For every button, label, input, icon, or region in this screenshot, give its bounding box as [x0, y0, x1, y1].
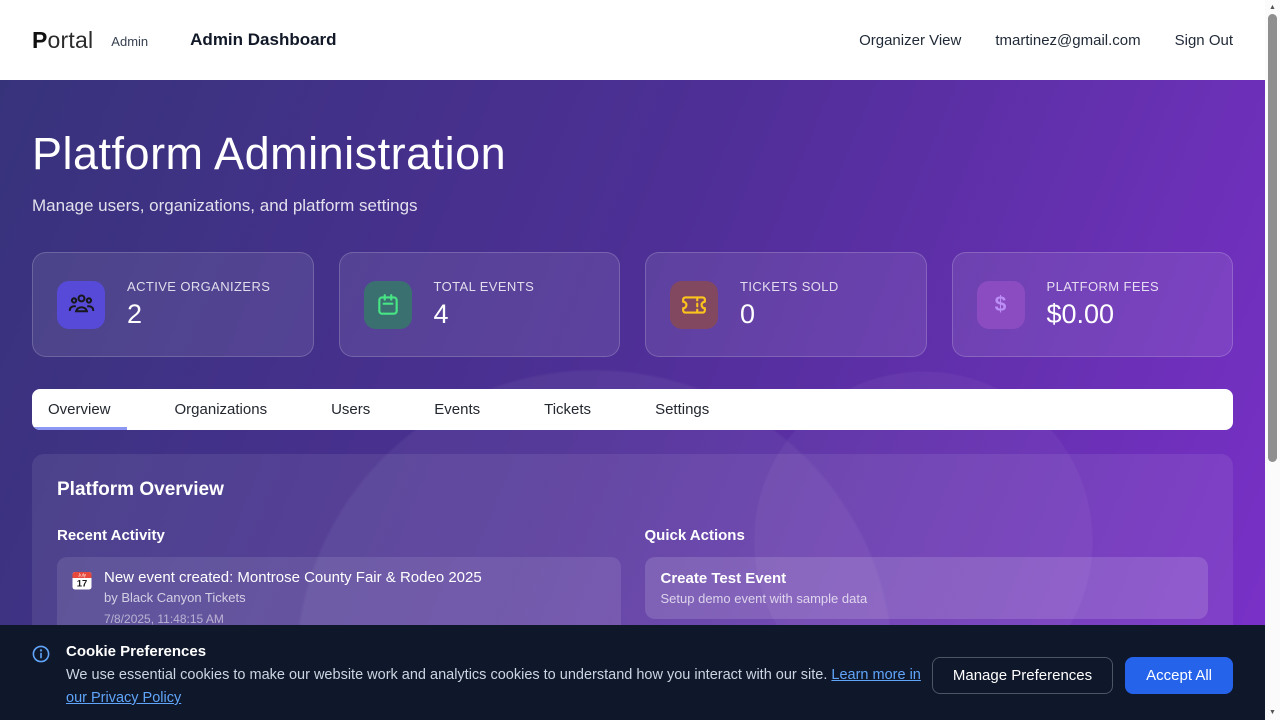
calendar-icon [364, 281, 412, 329]
manage-preferences-button[interactable]: Manage Preferences [932, 657, 1113, 694]
stat-value: 0 [740, 299, 839, 330]
stats-row: ACTIVE ORGANIZERS 2 TOTAL EVENTS 4 [0, 252, 1265, 357]
info-icon [32, 645, 50, 668]
stat-label: PLATFORM FEES [1047, 279, 1160, 294]
cookie-banner-body: We use essential cookies to make our web… [66, 664, 932, 710]
organizer-view-link[interactable]: Organizer View [859, 32, 961, 49]
activity-title: New event created: Montrose County Fair … [104, 569, 482, 586]
tab-overview[interactable]: Overview [32, 389, 127, 430]
quick-actions-column: Quick Actions Create Test Event Setup de… [645, 527, 1209, 638]
accept-all-button[interactable]: Accept All [1125, 657, 1233, 694]
quick-actions-heading: Quick Actions [645, 527, 1209, 544]
quick-action-title: Create Test Event [661, 570, 1193, 587]
page-title: Admin Dashboard [190, 30, 336, 50]
hero-title: Platform Administration [32, 128, 1233, 180]
cookie-body-text: We use essential cookies to make our web… [66, 667, 827, 683]
stat-label: TICKETS SOLD [740, 279, 839, 294]
dollar-icon: $ [977, 281, 1025, 329]
stat-value: 4 [434, 299, 535, 330]
logo-p: P [32, 27, 48, 53]
cookie-banner: Cookie Preferences We use essential cook… [0, 625, 1265, 720]
hero-section: Platform Administration Manage users, or… [0, 80, 1265, 216]
stat-card-active-organizers: ACTIVE ORGANIZERS 2 [32, 252, 314, 357]
tab-organizations[interactable]: Organizations [159, 389, 284, 430]
portal-logo[interactable]: Portal [32, 27, 93, 54]
logo-rest: ortal [48, 27, 94, 53]
stat-value: 2 [127, 299, 270, 330]
tab-users[interactable]: Users [315, 389, 386, 430]
stat-card-platform-fees: $ PLATFORM FEES $0.00 [952, 252, 1234, 357]
tab-settings[interactable]: Settings [639, 389, 725, 430]
recent-activity-column: Recent Activity July 17 [57, 527, 621, 638]
activity-timestamp: 7/8/2025, 11:48:15 AM [104, 612, 482, 626]
overview-title: Platform Overview [57, 479, 1208, 501]
scrollbar-up-arrow[interactable]: ▲ [1265, 4, 1280, 11]
stat-card-total-events: TOTAL EVENTS 4 [339, 252, 621, 357]
calendar-emoji-icon: July 17 [71, 569, 93, 596]
tab-events[interactable]: Events [418, 389, 496, 430]
user-email: tmartinez@gmail.com [995, 32, 1140, 49]
ticket-icon [670, 281, 718, 329]
tab-tickets[interactable]: Tickets [528, 389, 607, 430]
page-scrollbar[interactable]: ▲ ▼ [1265, 0, 1280, 720]
cookie-banner-title: Cookie Preferences [66, 643, 932, 660]
stat-label: TOTAL EVENTS [434, 279, 535, 294]
tab-bar: Overview Organizations Users Events Tick… [32, 389, 1233, 430]
scrollbar-thumb[interactable] [1268, 14, 1277, 462]
quick-action-description: Setup demo event with sample data [661, 591, 1193, 606]
main-content: Platform Administration Manage users, or… [0, 80, 1265, 720]
sign-out-button[interactable]: Sign Out [1175, 32, 1233, 49]
scrollbar-down-arrow[interactable]: ▼ [1265, 709, 1280, 716]
activity-byline: by Black Canyon Tickets [104, 590, 482, 605]
create-test-event-button[interactable]: Create Test Event Setup demo event with … [645, 557, 1209, 619]
admin-badge: Admin [111, 34, 148, 49]
hero-subtitle: Manage users, organizations, and platfor… [32, 196, 1233, 216]
top-navbar: Portal Admin Admin Dashboard Organizer V… [0, 0, 1265, 80]
svg-text:July: July [78, 573, 87, 578]
admin-dashboard-page: Portal Admin Admin Dashboard Organizer V… [0, 0, 1280, 720]
stat-label: ACTIVE ORGANIZERS [127, 279, 270, 294]
stat-value: $0.00 [1047, 299, 1160, 330]
svg-text:17: 17 [77, 579, 88, 590]
people-group-icon [57, 281, 105, 329]
recent-activity-heading: Recent Activity [57, 527, 621, 544]
stat-card-tickets-sold: TICKETS SOLD 0 [645, 252, 927, 357]
